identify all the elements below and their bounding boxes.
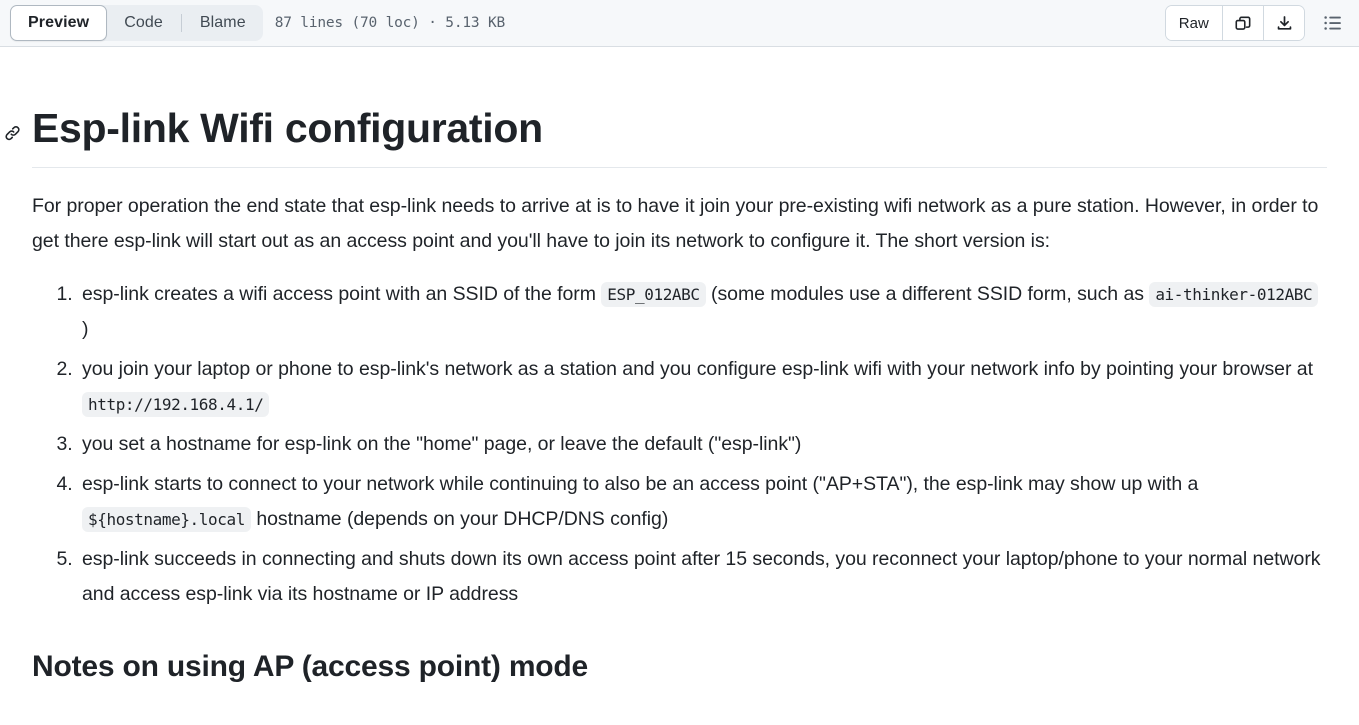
view-mode-segmented-control[interactable]: Preview Code Blame [10,5,263,41]
list-item: you join your laptop or phone to esp-lin… [78,352,1327,422]
inline-code: ai-thinker-012ABC [1149,282,1319,308]
section-heading: Notes on using AP (access point) mode [32,650,589,684]
file-actions-button-group: Raw [1164,5,1305,41]
list-item: you set a hostname for esp-link on the "… [78,427,1327,462]
download-icon[interactable] [1263,6,1304,40]
link-anchor-icon[interactable] [0,121,24,145]
tab-preview[interactable]: Preview [10,5,108,41]
page-title-text: Esp-link Wifi configuration [32,105,543,151]
file-content-area: Esp-link Wifi configuration For proper o… [0,47,1359,686]
segmented-divider [180,14,182,32]
tab-blame[interactable]: Blame [183,5,263,41]
outline-list-icon[interactable] [1319,9,1347,37]
list-item: esp-link starts to connect to your netwo… [78,467,1327,537]
steps-list: esp-link creates a wifi access point wit… [32,277,1327,612]
markdown-body: Esp-link Wifi configuration For proper o… [4,47,1327,686]
file-meta-text: 87 lines (70 loc) · 5.13 KB [274,15,506,31]
toolbar-left-group: Preview Code Blame 87 lines (70 loc) · 5… [10,5,1165,41]
list-item: esp-link creates a wifi access point wit… [78,277,1327,347]
file-toolbar: Preview Code Blame 87 lines (70 loc) · 5… [0,0,1359,47]
copy-icon[interactable] [1222,6,1263,40]
inline-code: ${hostname}.local [82,507,251,533]
raw-button[interactable]: Raw [1165,6,1222,40]
inline-code: http://192.168.4.1/ [82,392,270,418]
intro-paragraph: For proper operation the end state that … [32,195,1319,253]
page-title: Esp-link Wifi configuration [4,103,1327,169]
inline-code: ESP_012ABC [601,282,706,308]
tab-code[interactable]: Code [107,5,180,41]
list-item: esp-link succeeds in connecting and shut… [78,542,1327,612]
toolbar-right-group: Raw [1164,5,1347,41]
